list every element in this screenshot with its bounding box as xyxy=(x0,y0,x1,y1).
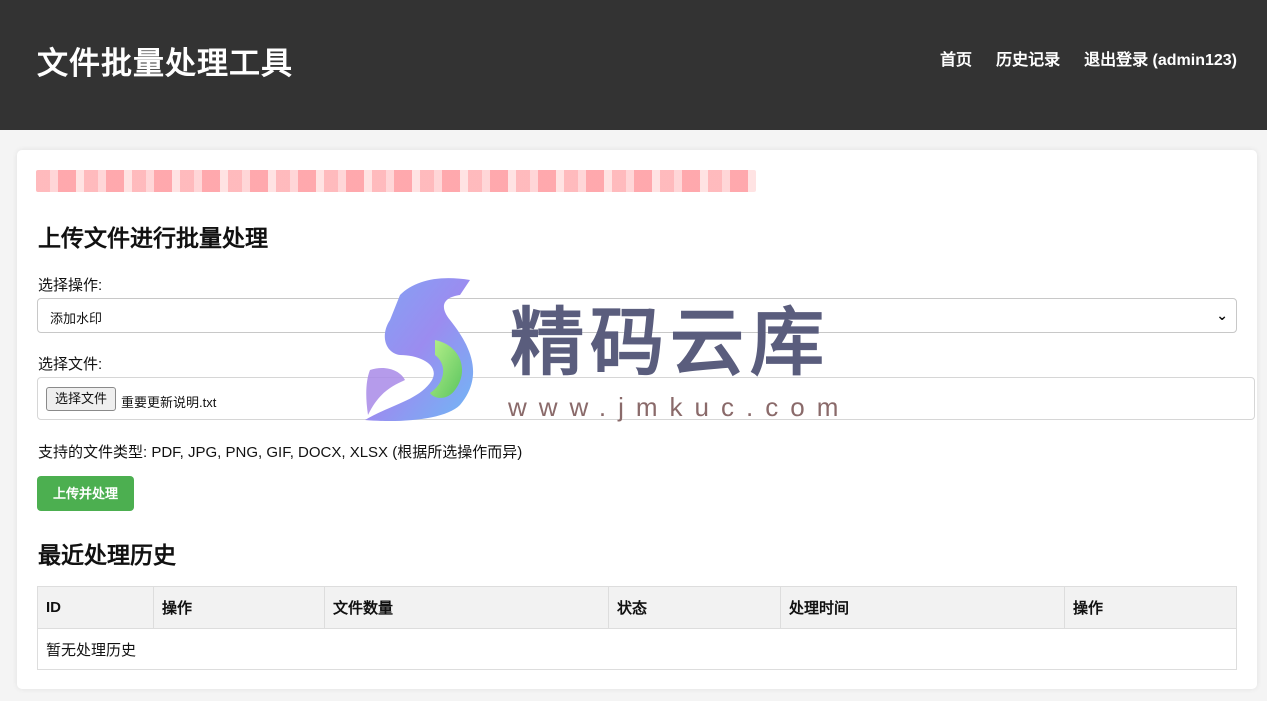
col-operation: 操作 xyxy=(153,586,325,629)
file-label: 选择文件: xyxy=(38,356,103,373)
table-header-row: ID 操作 文件数量 状态 处理时间 操作 xyxy=(37,586,1237,629)
upload-process-button[interactable]: 上传并处理 xyxy=(37,476,134,511)
operation-selected-value: 添加水印 xyxy=(50,311,103,326)
nav-home-link[interactable]: 首页 xyxy=(940,46,972,70)
col-id: ID xyxy=(37,586,154,629)
table-row: 暂无处理历史 xyxy=(37,628,1237,670)
choose-file-button[interactable]: 选择文件 xyxy=(46,387,116,411)
operation-label: 选择操作: xyxy=(38,277,103,294)
top-nav: 首页 历史记录 退出登录 (admin123) xyxy=(940,46,1237,70)
app-header: 文件批量处理工具 首页 历史记录 退出登录 (admin123) xyxy=(0,0,1267,130)
nav-logout-link[interactable]: 退出登录 (admin123) xyxy=(1084,46,1237,70)
file-input[interactable]: 选择文件 重要更新说明.txt xyxy=(37,377,1255,420)
history-section-title: 最近处理历史 xyxy=(38,542,176,568)
redacted-message xyxy=(36,170,756,192)
main-card: 上传文件进行批量处理 选择操作: 添加水印 ⌄ 选择文件: 选择文件 重要更新说… xyxy=(17,150,1257,689)
operation-select[interactable]: 添加水印 ⌄ xyxy=(37,298,1237,333)
col-time: 处理时间 xyxy=(780,586,1065,629)
history-table: ID 操作 文件数量 状态 处理时间 操作 暂无处理历史 xyxy=(37,586,1237,670)
chevron-down-icon: ⌄ xyxy=(1216,307,1228,323)
selected-file-name: 重要更新说明.txt xyxy=(121,395,217,410)
supported-types-hint: 支持的文件类型: PDF, JPG, PNG, GIF, DOCX, XLSX … xyxy=(38,444,523,461)
app-title: 文件批量处理工具 xyxy=(37,46,293,81)
col-file-count: 文件数量 xyxy=(324,586,609,629)
col-actions: 操作 xyxy=(1064,586,1237,629)
nav-history-link[interactable]: 历史记录 xyxy=(996,46,1060,70)
upload-section-title: 上传文件进行批量处理 xyxy=(38,225,268,251)
col-status: 状态 xyxy=(608,586,781,629)
empty-history-text: 暂无处理历史 xyxy=(37,628,1237,670)
